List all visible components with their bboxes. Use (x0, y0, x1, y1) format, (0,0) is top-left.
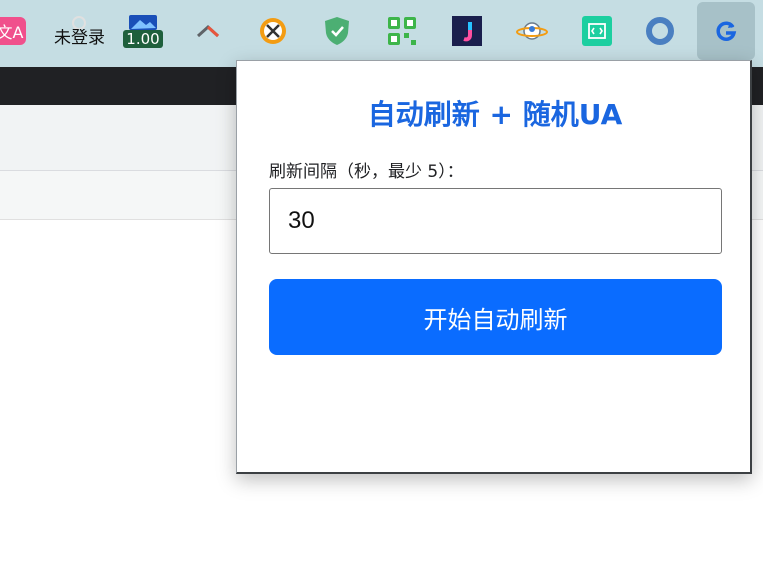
start-auto-refresh-button[interactable]: 开始自动刷新 (269, 279, 722, 355)
caret-up-icon (196, 24, 220, 38)
price-tag-icon (129, 15, 157, 30)
not-logged-in-icon (72, 16, 86, 29)
caret-extension-button[interactable] (191, 13, 225, 49)
j-extension-button[interactable] (450, 13, 484, 49)
account-extension-button[interactable]: 未登录 (54, 13, 104, 49)
browser-toolbar: 文A 未登录 1.00 (0, 0, 763, 67)
price-badge: 1.00 (123, 30, 163, 48)
ring-extension-button[interactable] (643, 13, 677, 49)
planet-extension-button[interactable] (515, 13, 549, 49)
auto-refresh-extension-button[interactable] (697, 2, 755, 60)
code-extension-button[interactable] (580, 13, 614, 49)
refresh-g-icon (716, 21, 737, 41)
ring-icon (646, 17, 674, 45)
j-logo-icon (452, 16, 482, 46)
shield-check-icon (325, 17, 349, 45)
code-box-icon (582, 16, 612, 46)
extension-popup: 自动刷新 + 随机UA 刷新间隔（秒，最少 5）： 开始自动刷新 (236, 60, 752, 474)
block-extension-button[interactable] (256, 13, 290, 49)
translate-icon: 文A (0, 17, 26, 45)
not-logged-in-label: 未登录 (54, 29, 104, 47)
svg-text:文A: 文A (0, 23, 24, 42)
no-sign-icon (260, 18, 286, 44)
qr-extension-button[interactable] (385, 13, 419, 49)
planet-icon (516, 22, 548, 40)
translate-extension-button[interactable]: 文A (0, 13, 30, 49)
popup-title: 自动刷新 + 随机UA (367, 98, 623, 131)
qr-grid-icon (388, 17, 416, 45)
interval-label: 刷新间隔（秒，最少 5）： (269, 162, 464, 182)
interval-input[interactable] (269, 188, 722, 254)
shield-extension-button[interactable] (320, 13, 354, 49)
price-extension-button[interactable]: 1.00 (120, 13, 166, 49)
